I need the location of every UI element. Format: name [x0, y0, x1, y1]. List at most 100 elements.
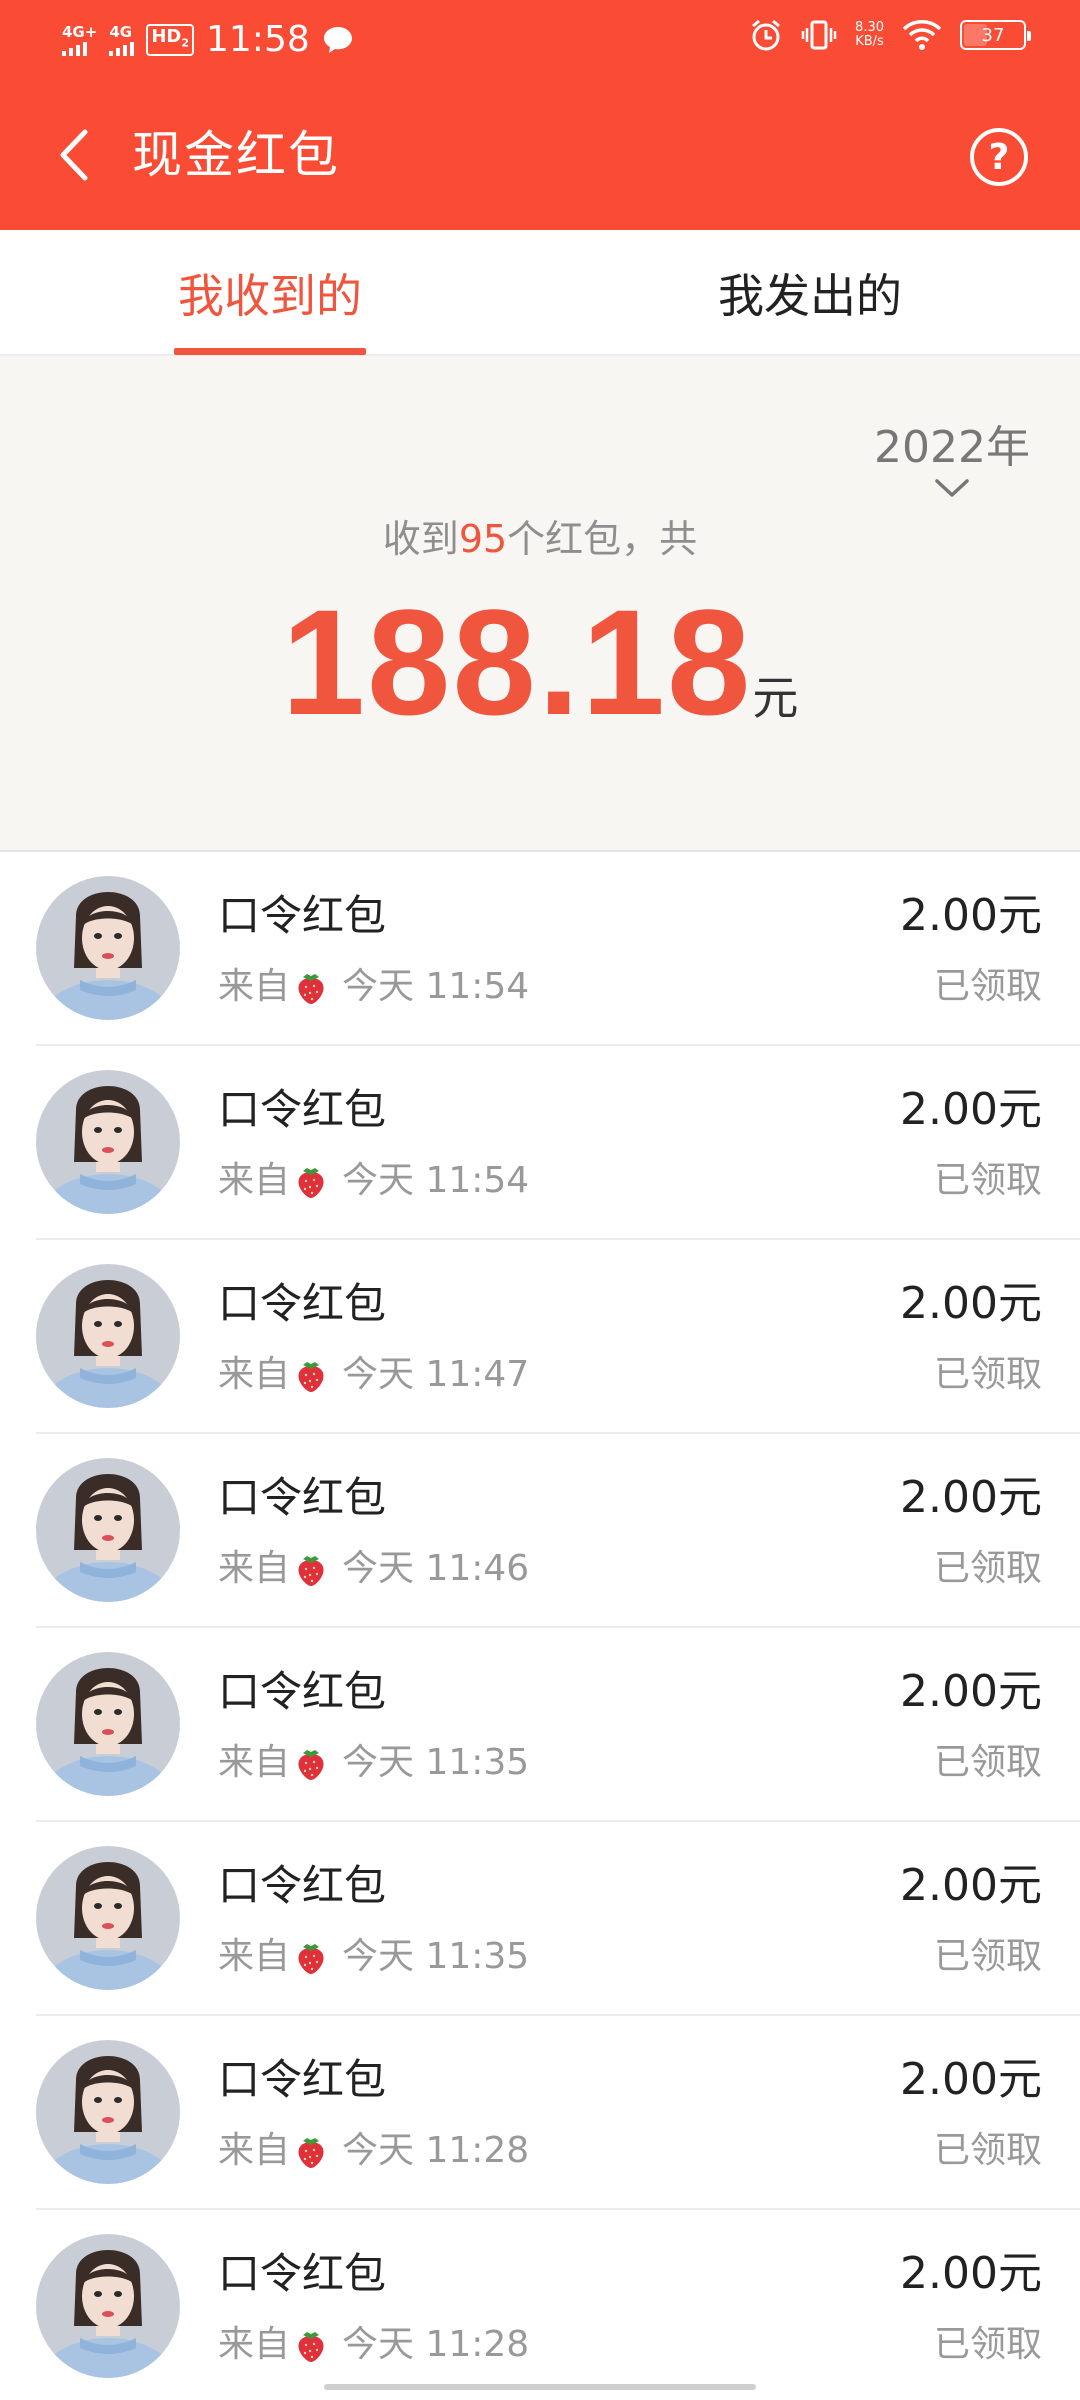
strawberry-icon [298, 1944, 324, 1974]
list-item[interactable]: 口令红包 来自 今天 11:28 2.00元 已领取 [0, 2210, 1080, 2400]
packet-title: 口令红包 [218, 1861, 387, 1910]
list-item[interactable]: 口令红包 来自 今天 11:47 2.00元 已领取 [0, 1240, 1080, 1434]
wifi-icon [902, 20, 942, 50]
received-count: 95 [458, 517, 508, 561]
strawberry-icon [298, 1168, 324, 1198]
summary-panel: 2022年 收到95个红包，共 188.18元 [0, 356, 1080, 852]
status-bar: 4G+ 4G HD2 11:58 8.30 KB/s 37 [0, 0, 1080, 80]
packet-title: 口令红包 [218, 1667, 387, 1716]
packet-title: 口令红包 [218, 891, 387, 940]
battery-icon: 37 [960, 20, 1031, 50]
packet-subtitle: 来自 今天 11:54 [218, 1158, 529, 1204]
year-label: 2022年 [874, 422, 1030, 473]
packet-title: 口令红包 [218, 2055, 387, 2104]
packet-status: 已领取 [933, 2324, 1042, 2365]
list-item[interactable]: 口令红包 来自 今天 11:35 2.00元 已领取 [0, 1628, 1080, 1822]
strawberry-icon [298, 974, 324, 1004]
list-item[interactable]: 口令红包 来自 今天 11:28 2.00元 已领取 [0, 2016, 1080, 2210]
signal-1-icon: 4G+ [62, 24, 97, 56]
vibrate-icon [801, 20, 837, 50]
count-prefix: 收到 [382, 517, 459, 561]
battery-level: 37 [981, 24, 1005, 46]
list-item[interactable]: 口令红包 来自 今天 11:54 2.00元 已领取 [0, 1046, 1080, 1240]
active-tab-indicator [174, 348, 366, 355]
sender-prefix: 来自 [218, 1160, 291, 1201]
tab-received[interactable]: 我收到的 [0, 230, 540, 356]
tab-sent[interactable]: 我发出的 [540, 230, 1080, 356]
status-time: 11:58 [206, 19, 310, 60]
packet-time: 今天 11:54 [342, 966, 530, 1007]
packet-status: 已领取 [933, 2130, 1042, 2171]
message-bubble-icon [323, 27, 352, 53]
year-picker[interactable]: 2022年 [874, 420, 1030, 498]
packet-subtitle: 来自 今天 11:28 [218, 2128, 529, 2174]
packet-amount: 2.00元 [900, 2248, 1042, 2299]
packet-subtitle: 来自 今天 11:28 [218, 2322, 529, 2368]
packet-time: 今天 11:46 [342, 1548, 530, 1589]
packet-time: 今天 11:28 [342, 2324, 530, 2365]
status-right: 8.30 KB/s 37 [749, 18, 1031, 52]
strawberry-icon [298, 1750, 324, 1780]
avatar [36, 876, 180, 1020]
strawberry-icon [298, 2138, 324, 2168]
packet-time: 今天 11:54 [342, 1160, 530, 1201]
sender-prefix: 来自 [218, 1354, 291, 1395]
strawberry-icon [298, 1556, 324, 1586]
packet-status: 已领取 [933, 1742, 1042, 1783]
packet-amount: 2.00元 [900, 1666, 1042, 1717]
avatar [36, 1070, 180, 1214]
red-packet-list: 口令红包 来自 今天 11:54 2.00元 已领取 口令红包 来自 今天 11… [0, 852, 1080, 2400]
page-title: 现金红包 [132, 126, 340, 184]
total-amount: 188.18 [281, 578, 753, 746]
packet-status: 已领取 [933, 966, 1042, 1007]
packet-title: 口令红包 [218, 2249, 387, 2298]
sender-prefix: 来自 [218, 966, 291, 1007]
total-unit: 元 [752, 671, 799, 725]
packet-subtitle: 来自 今天 11:46 [218, 1546, 529, 1592]
packet-subtitle: 来自 今天 11:35 [218, 1934, 529, 1980]
packet-subtitle: 来自 今天 11:54 [218, 964, 529, 1010]
net-speed: 8.30 KB/s [855, 21, 884, 49]
packet-time: 今天 11:35 [342, 1936, 530, 1977]
status-left: 4G+ 4G HD2 11:58 [62, 18, 354, 62]
signal-1-label: 4G+ [62, 23, 98, 41]
chevron-down-icon [935, 479, 969, 497]
net-speed-value: 8.30 [855, 20, 884, 35]
packet-status: 已领取 [933, 1160, 1042, 1201]
strawberry-icon [298, 1362, 324, 1392]
avatar [36, 2234, 180, 2378]
packet-amount: 2.00元 [900, 2054, 1042, 2105]
total-amount-line: 188.18元 [0, 576, 1080, 749]
list-item[interactable]: 口令红包 来自 今天 11:46 2.00元 已领取 [0, 1434, 1080, 1628]
avatar [36, 2040, 180, 2184]
home-indicator[interactable] [324, 2384, 756, 2390]
sender-prefix: 来自 [218, 1936, 291, 1977]
packet-subtitle: 来自 今天 11:47 [218, 1352, 529, 1398]
count-suffix: 个红包，共 [507, 517, 698, 561]
avatar [36, 1458, 180, 1602]
hd-voice-icon: HD2 [146, 23, 194, 57]
packet-title: 口令红包 [218, 1473, 387, 1522]
packet-time: 今天 11:35 [342, 1742, 530, 1783]
list-item[interactable]: 口令红包 来自 今天 11:35 2.00元 已领取 [0, 1822, 1080, 2016]
packet-amount: 2.00元 [900, 890, 1042, 941]
packet-amount: 2.00元 [900, 1472, 1042, 1523]
signal-2-label: 4G [109, 23, 133, 41]
packet-amount: 2.00元 [900, 1278, 1042, 1329]
back-button[interactable] [44, 120, 104, 190]
packet-status: 已领取 [933, 1936, 1042, 1977]
chevron-left-icon [60, 129, 88, 181]
received-count-line: 收到95个红包，共 [0, 508, 1080, 563]
packet-status: 已领取 [933, 1354, 1042, 1395]
navigation-bar: 现金红包 ? [0, 80, 1080, 230]
help-button[interactable]: ? [970, 128, 1028, 186]
net-speed-unit: KB/s [855, 34, 884, 49]
sender-prefix: 来自 [218, 2130, 291, 2171]
list-item[interactable]: 口令红包 来自 今天 11:54 2.00元 已领取 [0, 852, 1080, 1046]
tab-bar: 我收到的 我发出的 [0, 230, 1080, 356]
packet-time: 今天 11:47 [342, 1354, 530, 1395]
sender-prefix: 来自 [218, 2324, 291, 2365]
sender-prefix: 来自 [218, 1548, 291, 1589]
packet-amount: 2.00元 [900, 1084, 1042, 1135]
alarm-icon [752, 19, 781, 51]
